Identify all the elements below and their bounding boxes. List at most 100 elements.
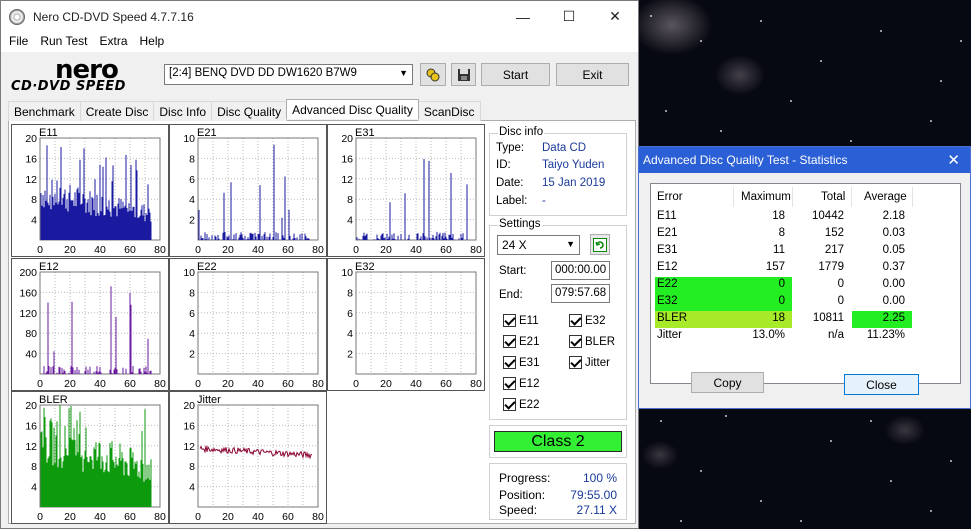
star-decoration [700,470,702,472]
disc-date-value: 15 Jan 2019 [542,177,606,189]
stat-total: 152 [824,227,844,239]
checkbox-e32-label: E32 [585,314,606,327]
x-tick-label: 20 [380,378,392,390]
start-button[interactable]: Start [481,63,550,86]
stat-maximum: 11 [773,244,785,256]
start-position-label: Start: [499,265,527,277]
tab-disc-quality[interactable]: Disc Quality [211,101,288,121]
refresh-icon [593,237,607,252]
menu-run-test[interactable]: Run Test [34,32,93,52]
x-tick-label: 0 [195,244,201,256]
statistics-row-e32: E32 0 0 0.00 [651,294,960,311]
close-dialog-button[interactable]: Close [844,374,919,395]
chain-link-icon [426,68,440,81]
x-tick-label: 80 [154,244,166,256]
statistics-row-bler: BLER 18 10811 2.25 [651,311,960,328]
checkbox-e21[interactable]: E21 [503,335,539,348]
menu-extra[interactable]: Extra [93,32,133,52]
stat-error: Jitter [657,329,682,341]
stat-error: E12 [657,261,678,273]
minimize-button[interactable]: — [500,1,546,32]
x-tick-label: 0 [37,244,43,256]
drive-select[interactable]: [2:4] BENQ DVD DD DW1620 B7W9 ▼ [164,64,413,85]
stat-error: E31 [657,244,678,256]
graph-e32: E32 10 8 6 4 2 0 20 40 60 80 [327,258,485,391]
stat-average: 0.03 [882,227,905,239]
settings-title: Settings [498,218,542,230]
statistics-row-e21: E21 8 152 0.03 [651,226,960,243]
statistics-dialog-title: Advanced Disc Quality Test - Statistics [643,153,848,167]
stat-maximum: 18 [772,312,785,324]
close-icon[interactable]: ✕ [947,151,960,169]
start-position-input[interactable]: 000:00.00 [551,261,610,280]
tab-create-disc[interactable]: Create Disc [79,101,155,121]
tab-scandisc[interactable]: ScanDisc [417,101,481,121]
drive-eject-button[interactable] [420,63,446,86]
y-tick-label: 8 [189,461,195,473]
end-position-input[interactable]: 079:57.68 [551,284,610,303]
menu-file[interactable]: File [3,32,34,52]
star-decoration [890,480,892,482]
x-tick-label: 0 [195,378,201,390]
checkbox-e11[interactable]: E11 [503,314,539,327]
checkbox-checked-icon [503,398,516,411]
graph-e21: E21 10 8 6 4 2 0 20 40 60 80 [169,124,327,257]
position-row: Position: 79:55.00 [499,488,617,502]
maximize-button[interactable]: ☐ [546,1,592,32]
statistics-row-jitter: Jitter 13.0% n/a 11.23% [651,328,960,345]
checkbox-e22-label: E22 [519,398,540,411]
col-header-error: Error [657,191,683,203]
checkbox-e31[interactable]: E31 [503,356,539,369]
save-button[interactable] [451,63,476,86]
star-decoration [760,20,762,22]
graph-bler: BLER 20 16 12 8 4 0 20 40 60 80 [11,391,169,524]
menu-help[interactable]: Help [134,32,171,52]
y-tick-label: 12 [341,174,353,186]
statistics-row-e12: E12 157 1779 0.37 [651,260,960,277]
position-value: 79:55.00 [570,488,617,502]
stat-average: 2.25 [882,312,905,324]
checkbox-jitter-label: Jitter [585,356,610,369]
exit-button[interactable]: Exit [556,63,629,86]
close-button[interactable]: ✕ [592,1,638,32]
star-decoration [870,420,872,422]
col-header-maximum: Maximum [741,191,791,203]
checkbox-e22[interactable]: E22 [503,398,539,411]
checkbox-checked-icon [503,377,516,390]
checkbox-checked-icon [569,314,582,327]
statistics-row-e31: E31 11 217 0.05 [651,243,960,260]
tab-disc-info[interactable]: Disc Info [153,101,213,121]
star-decoration [725,415,727,417]
x-tick-label: 60 [124,511,136,523]
speed-label: Speed: [499,503,538,517]
x-tick-label: 60 [440,244,452,256]
x-tick-label: 60 [282,511,294,523]
copy-button[interactable]: Copy [691,372,764,393]
x-tick-label: 20 [64,244,76,256]
star-decoration [880,30,882,32]
star-decoration [960,40,962,42]
x-tick-label: 20 [222,244,234,256]
y-tick-label: 8 [347,287,353,299]
refresh-button[interactable] [590,234,610,255]
checkbox-bler[interactable]: BLER [569,335,615,348]
checkbox-jitter[interactable]: Jitter [569,356,610,369]
stat-error: E22 [657,278,678,290]
x-tick-label: 20 [64,378,76,390]
tab-advanced-disc-quality[interactable]: Advanced Disc Quality [286,99,419,119]
x-tick-label: 80 [312,378,324,390]
y-tick-label: 20 [183,400,195,412]
progress-row: Progress: 100 % [499,471,617,485]
disc-id-value: Taiyo Yuden [542,159,605,171]
y-tick-label: 16 [341,153,353,165]
title-bar: Nero CD-DVD Speed 4.7.7.16 — ☐ ✕ [1,1,638,32]
checkbox-e32[interactable]: E32 [569,314,605,327]
tab-benchmark[interactable]: Benchmark [8,101,81,121]
x-tick-label: 80 [312,511,324,523]
y-tick-label: 120 [19,308,37,320]
statistics-header-row: Error Maximum Total Average [651,190,960,207]
speed-select[interactable]: 24 X ▼ [497,235,580,255]
graph-title: E31 [355,127,375,139]
x-tick-label: 0 [195,511,201,523]
checkbox-e12[interactable]: E12 [503,377,539,390]
